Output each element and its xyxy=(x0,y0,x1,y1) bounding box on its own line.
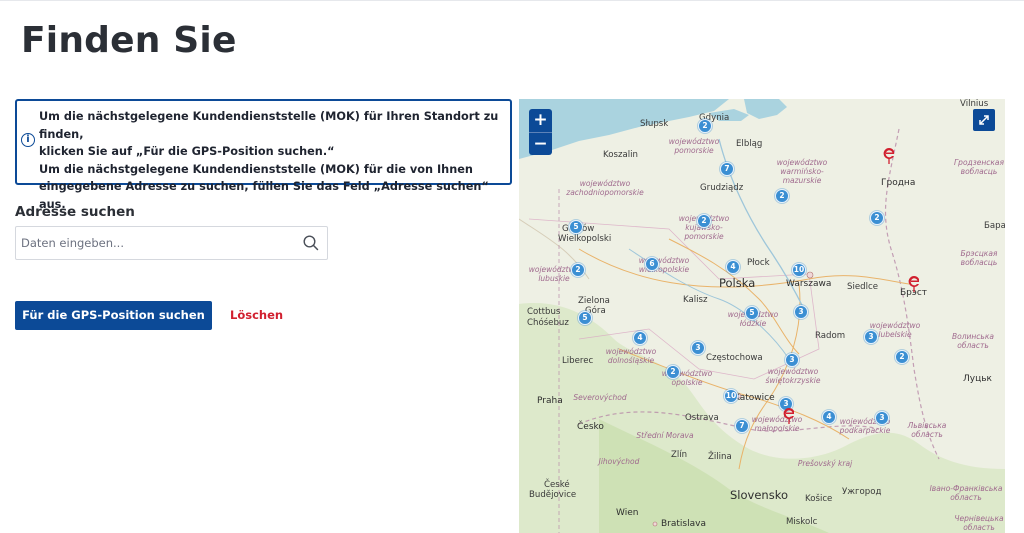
map-cluster[interactable]: 2 xyxy=(698,119,712,133)
map-cluster[interactable]: 7 xyxy=(735,419,749,433)
info-text: Um die nächstgelegene Kundendienststelle… xyxy=(39,108,509,213)
search-input[interactable] xyxy=(21,233,301,253)
search-label: Adresse suchen xyxy=(15,204,135,220)
zoom-out-button[interactable]: − xyxy=(529,133,552,156)
map-label-zlin: Zlín xyxy=(671,450,688,460)
map-region-label: Івано-Франківська область xyxy=(929,484,1003,502)
map-region-label: Волинська область xyxy=(952,332,994,350)
map-label-siedlce: Siedlce xyxy=(847,282,878,292)
map-marker-icon[interactable] xyxy=(906,273,922,293)
map-region-label: województwo wielkopolskie xyxy=(638,256,690,274)
map-region-label: Львівська область xyxy=(907,421,947,439)
map-region-label: Severovýchod xyxy=(573,393,627,402)
map-label-bara: Бара xyxy=(984,221,1005,231)
map-region-label: Гродзенская вобласць xyxy=(954,158,1004,176)
map-label-budejovice: Budějovice xyxy=(529,490,577,500)
map-label-radom: Radom xyxy=(815,331,846,341)
map-cluster[interactable]: 7 xyxy=(720,162,734,176)
info-line: Um die nächstgelegene Kundendienststelle… xyxy=(39,110,499,141)
map-label-bratislava: Bratislava xyxy=(661,519,706,529)
map-region-label: Prešovský kraj xyxy=(797,459,853,468)
map-label-katowice: Katowice xyxy=(734,393,775,403)
map-label-ceske: České xyxy=(544,480,570,490)
map-label-uzhhorod: Ужгород xyxy=(842,487,882,497)
map-label-warszawa: Warszawa xyxy=(786,279,832,289)
map-label-slovensko: Slovensko xyxy=(730,488,788,502)
map-region-label: województwo zachodniopomorskie xyxy=(566,179,644,197)
map-label-polska: Polska xyxy=(719,276,756,290)
map-cluster[interactable]: 6 xyxy=(645,257,659,271)
fullscreen-button[interactable] xyxy=(973,109,995,131)
map-label-wielkopolski: Wielkopolski xyxy=(558,234,612,244)
map-label-wien: Wien xyxy=(616,508,639,518)
map-label-grodno: Гродна xyxy=(881,178,916,188)
map-region-label: województwo pomorskie xyxy=(668,137,720,155)
map-cluster[interactable]: 2 xyxy=(571,263,585,277)
map-cluster[interactable]: 10 xyxy=(724,389,738,403)
map-cluster[interactable]: 5 xyxy=(745,306,759,320)
map-region-label: Střední Morava xyxy=(636,431,694,440)
map-label-zilina: Žilina xyxy=(708,452,732,462)
map-cluster[interactable]: 4 xyxy=(822,410,836,424)
map-cluster[interactable]: 10 xyxy=(792,263,806,277)
zoom-in-button[interactable]: + xyxy=(529,109,552,132)
map-cluster[interactable]: 2 xyxy=(697,214,711,228)
map[interactable]: Vilnius Gdynia Słupsk Elbląg Koszalin Гр… xyxy=(519,99,1005,533)
info-icon: i xyxy=(21,133,35,147)
map-region-label: Брэсцкая вобласць xyxy=(960,249,998,267)
top-divider xyxy=(0,0,1024,1)
map-label-miskolc: Miskolc xyxy=(786,517,818,527)
map-cluster[interactable]: 4 xyxy=(726,260,740,274)
map-label-zielona: Zielona xyxy=(578,296,610,306)
clear-button[interactable]: Löschen xyxy=(230,308,283,322)
map-label-elblag: Elbląg xyxy=(736,139,763,149)
map-label-kalisz: Kalisz xyxy=(683,295,708,305)
map-label-chosebuz: Chóśebuz xyxy=(527,318,569,328)
map-region-label: Jihovýchod xyxy=(598,457,640,466)
expand-icon xyxy=(979,115,989,125)
map-cluster[interactable]: 2 xyxy=(870,211,884,225)
map-label-praha: Praha xyxy=(537,396,563,406)
map-region-label: województwo warmińsko-mazurskie xyxy=(776,158,828,185)
map-label-cottbus: Cottbus xyxy=(527,307,561,317)
map-label-czestochowa: Częstochowa xyxy=(706,353,763,363)
map-cluster[interactable]: 3 xyxy=(864,330,878,344)
map-label-koszalin: Koszalin xyxy=(603,150,638,160)
map-region-label: województwo świętokrzyskie xyxy=(765,367,821,385)
map-region-label: województwo małopolskie xyxy=(751,415,803,433)
map-cluster[interactable]: 2 xyxy=(895,350,909,364)
map-label-ostrava: Ostrava xyxy=(685,413,719,423)
map-label-cesko: Česko xyxy=(577,422,604,432)
map-cluster[interactable]: 4 xyxy=(633,331,647,345)
map-cluster[interactable]: 2 xyxy=(775,189,789,203)
map-cluster[interactable]: 3 xyxy=(691,341,705,355)
map-region-label: województwo podkarpackie xyxy=(839,417,891,435)
map-cluster[interactable]: 5 xyxy=(578,311,592,325)
info-line: Um die nächstgelegene Kundendienststelle… xyxy=(39,162,473,176)
info-line: klicken Sie auf „Für die GPS-Position su… xyxy=(39,145,335,158)
map-label-lutsk: Луцьк xyxy=(963,374,992,384)
map-marker-icon[interactable] xyxy=(881,145,897,165)
search-field[interactable] xyxy=(15,226,328,260)
map-cluster[interactable]: 3 xyxy=(794,305,808,319)
map-cluster[interactable]: 3 xyxy=(875,411,889,425)
search-icon[interactable] xyxy=(302,234,320,252)
map-cluster[interactable]: 2 xyxy=(666,365,680,379)
map-label-kosice: Košice xyxy=(805,494,833,504)
map-label-plock: Płock xyxy=(747,258,770,268)
gps-search-button[interactable]: Für die GPS-Position suchen xyxy=(15,301,212,330)
info-box: i Um die nächstgelegene Kundendienststel… xyxy=(15,99,512,211)
map-region-label: województwo dolnośląskie xyxy=(605,347,657,365)
map-cluster[interactable]: 5 xyxy=(569,220,583,234)
page-title: Finden Sie xyxy=(21,20,237,61)
map-label-slupsk: Słupsk xyxy=(640,119,669,129)
map-zoom-control: + − xyxy=(529,109,552,155)
map-label-liberec: Liberec xyxy=(562,356,594,366)
map-marker-icon[interactable] xyxy=(781,405,797,425)
map-cluster[interactable]: 3 xyxy=(785,353,799,367)
map-label-grudziadz: Grudziądz xyxy=(700,183,744,193)
map-region-label: Чернівецька область xyxy=(954,514,1004,532)
map-label-vilnius: Vilnius xyxy=(960,99,989,109)
